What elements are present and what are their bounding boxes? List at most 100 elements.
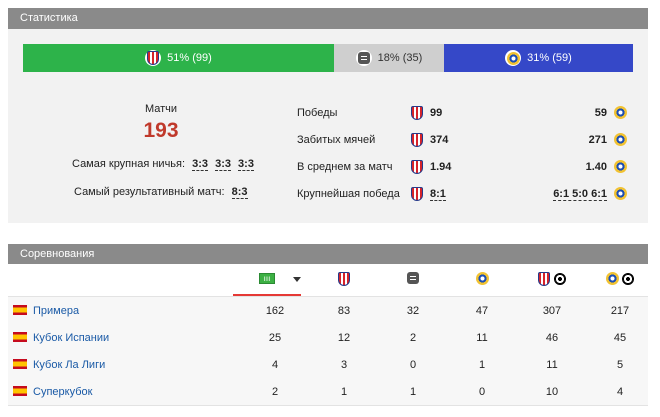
stat-right-value: 59 [594,107,607,119]
win1-label: 51% (99) [167,52,212,64]
stat-left-value: 374 [430,134,449,146]
draw-segment[interactable]: 18% (35) [334,44,444,72]
cell: 0 [409,359,417,371]
win1-segment[interactable]: 51% (99) [23,44,334,72]
cell: 10 [545,386,559,398]
stat-row-wins: Победы 99 59 [297,106,637,122]
ball-icon [622,272,635,285]
sort-matches-column[interactable]: ııı [247,272,287,284]
cell: 5 [616,359,624,371]
stats-header: Статистика [8,8,648,29]
biggest-draw-link[interactable]: 3:3 [192,158,209,171]
cell: 4 [271,359,279,371]
cell: 162 [265,305,285,317]
biggest-draw-link[interactable]: 3:3 [215,158,231,171]
atletico-logo-icon [411,106,423,120]
stat-right-value: 271 [588,134,607,146]
stat-label: Крупнейшая победа [297,188,400,200]
espanyol-logo-icon [614,133,627,146]
stat-left-value: 1.94 [430,161,452,173]
cell: 4 [616,386,624,398]
biggest-draw-label: Самая крупная ничья: [72,158,186,170]
stat-row-goals: Забитых мячей 374 271 [297,133,637,149]
espanyol-logo-icon [605,272,619,285]
table-row: Суперкубок 2 1 1 0 10 4 [8,378,648,406]
stat-label: Забитых мячей [297,134,376,146]
sort-atletico-wins-column[interactable] [324,272,364,286]
atletico-logo-icon [338,272,350,286]
sort-espanyol-wins-column[interactable] [462,272,502,285]
atletico-logo-icon [411,133,423,147]
ball-icon [553,273,566,285]
atletico-logo-icon [411,160,423,174]
table-row: Кубок Ла Лиги 4 3 0 1 11 5 [8,351,648,379]
active-sort-underline [233,294,301,296]
espanyol-logo-icon [505,50,522,66]
win2-segment[interactable]: 31% (59) [444,44,633,72]
spain-flag-icon [13,332,27,342]
spain-flag-icon [13,305,27,315]
cell: 2 [409,332,417,344]
competition-link[interactable]: Кубок Испании [33,332,109,344]
cell: 83 [337,305,351,317]
stat-row-average: В среднем за матч 1.94 1.40 [297,160,637,176]
most-goals-label: Самый результативный матч: [74,186,225,198]
stat-right-value: 1.40 [585,161,607,173]
biggest-draw-line: Самая крупная ничья: 3:3 3:3 3:3 [72,158,254,171]
competition-link[interactable]: Примера [33,305,79,317]
matches-count: 193 [143,119,179,142]
espanyol-logo-icon [614,187,627,200]
atletico-logo-icon [411,187,423,201]
draw-icon [355,50,372,66]
spain-flag-icon [13,359,27,369]
cell: 3 [340,359,348,371]
draw-icon [407,272,419,285]
espanyol-logo-icon [614,160,627,173]
stat-label: Победы [297,107,338,119]
biggest-win-right-link[interactable]: 6:1 5:0 6:1 [553,188,607,201]
stat-label: В среднем за матч [297,161,393,173]
cell: 11 [476,332,488,344]
cell: 11 [546,359,558,371]
most-goals-line: Самый результативный матч: 8:3 [74,186,248,199]
table-row: Кубок Испании 25 12 2 11 46 45 [8,324,648,352]
sort-draws-column[interactable] [393,272,433,285]
sort-espanyol-goals-column[interactable] [600,272,640,285]
atletico-logo-icon [145,50,162,66]
cell: 307 [542,305,562,317]
spain-flag-icon [13,386,27,396]
biggest-draw-link[interactable]: 3:3 [238,158,254,171]
most-goals-link[interactable]: 8:3 [231,186,248,199]
cell: 25 [268,332,282,344]
competition-link[interactable]: Суперкубок [33,386,92,398]
atletico-logo-icon [538,272,551,286]
cell: 1 [409,386,417,398]
competitions-header: Соревнования [8,244,648,265]
stat-left-value: 99 [430,107,443,119]
competition-link[interactable]: Кубок Ла Лиги [33,359,105,371]
biggest-win-left-link[interactable]: 8:1 [430,188,446,201]
cell: 46 [545,332,559,344]
table-row: Примера 162 83 32 47 307 217 [8,297,648,325]
cell: 1 [478,359,486,371]
win2-label: 31% (59) [527,52,572,64]
field-icon: ııı [259,272,275,284]
espanyol-logo-icon [475,272,489,285]
cell: 32 [406,305,420,317]
competitions-title: Соревнования [20,248,95,260]
matches-label: Матчи [144,103,178,115]
stat-row-biggest-win: Крупнейшая победа 8:1 6:1 5:0 6:1 [297,187,637,203]
sort-atletico-goals-column[interactable] [532,272,572,286]
cell: 47 [475,305,489,317]
draw-label: 18% (35) [377,52,423,64]
cell: 45 [613,332,627,344]
competitions-table-header: ııı [8,264,648,297]
cell: 2 [271,386,279,398]
cell: 0 [478,386,486,398]
stats-title: Статистика [20,12,78,24]
sort-arrow-icon[interactable] [293,277,301,282]
espanyol-logo-icon [614,106,627,119]
cell: 12 [337,332,351,344]
result-ratio-bar: 51% (99) 18% (35) 31% (59) [23,44,633,72]
cell: 1 [340,386,348,398]
